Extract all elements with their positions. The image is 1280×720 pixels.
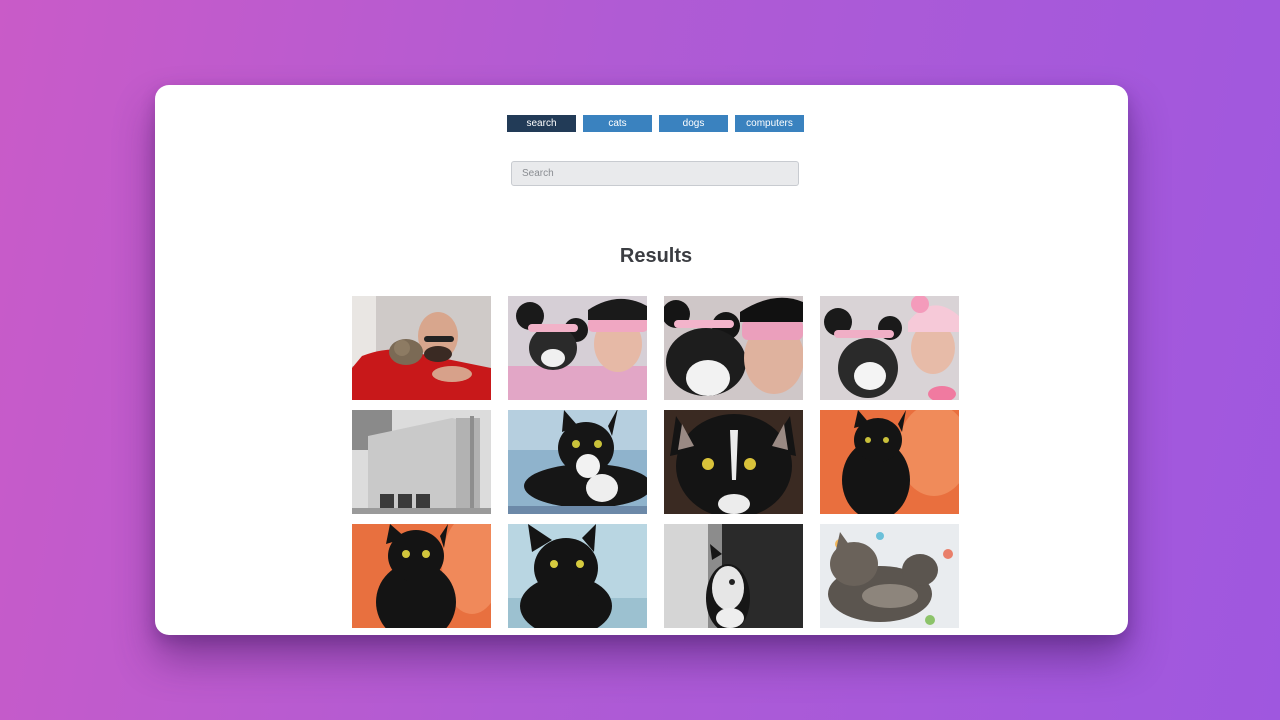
- result-photo-tuxedo-cat-face[interactable]: [664, 410, 803, 514]
- result-photo-man-with-tabby-cat[interactable]: [352, 296, 491, 400]
- result-photo-black-cat-orange-background[interactable]: [352, 524, 491, 628]
- result-photo-woman-with-cat-in-ears[interactable]: [508, 296, 647, 400]
- result-photo-gray-building[interactable]: [352, 410, 491, 514]
- tab-computers[interactable]: computers: [735, 115, 804, 132]
- results-grid: [352, 296, 959, 628]
- result-photo-black-cat-orange-chair[interactable]: [820, 410, 959, 514]
- result-photo-cat-close-up-with-woman[interactable]: [664, 296, 803, 400]
- search-input[interactable]: [511, 161, 799, 186]
- result-photo-tuxedo-cat-lying[interactable]: [508, 410, 647, 514]
- results-heading: Results: [619, 245, 693, 267]
- result-photo-black-cat-blue-background[interactable]: [508, 524, 647, 628]
- tab-search[interactable]: search: [507, 115, 576, 132]
- app-window: search cats dogs computers Results: [155, 85, 1128, 635]
- result-photo-tuxedo-cat-grayscale[interactable]: [664, 524, 803, 628]
- tab-bar: search cats dogs computers: [507, 115, 804, 132]
- result-photo-tabby-cat-playing[interactable]: [820, 524, 959, 628]
- tab-dogs[interactable]: dogs: [659, 115, 728, 132]
- result-photo-woman-pink-hat-with-cat[interactable]: [820, 296, 959, 400]
- tab-cats[interactable]: cats: [583, 115, 652, 132]
